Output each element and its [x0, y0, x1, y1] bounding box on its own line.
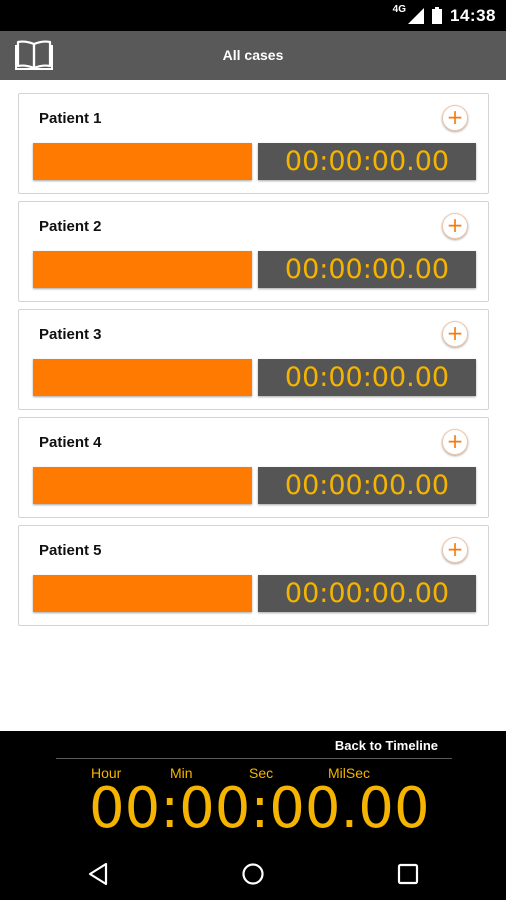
add-button[interactable]: +: [442, 213, 468, 239]
add-button[interactable]: +: [442, 429, 468, 455]
home-icon[interactable]: [240, 861, 266, 887]
patient-timer[interactable]: 00:00:00.00: [258, 359, 476, 396]
patient-progress-bar[interactable]: [33, 467, 252, 504]
signal-icon: [408, 7, 425, 24]
battery-icon: [432, 7, 443, 24]
patient-name: Patient 4: [39, 434, 102, 451]
network-type: 4G: [392, 4, 407, 15]
patient-timer[interactable]: 00:00:00.00: [258, 575, 476, 612]
back-to-timeline-button[interactable]: Back to Timeline: [335, 738, 438, 753]
patient-progress-bar[interactable]: [33, 251, 252, 288]
patient-name: Patient 3: [39, 326, 102, 343]
patient-card: Patient 1 + 00:00:00.00: [18, 93, 489, 194]
patient-name: Patient 1: [39, 110, 102, 127]
page-title: All cases: [222, 47, 284, 63]
recents-icon[interactable]: [395, 861, 421, 887]
patient-list: Patient 1 + 00:00:00.00 Patient 2 + 00:0…: [18, 93, 489, 633]
add-button[interactable]: +: [442, 321, 468, 347]
patient-timer[interactable]: 00:00:00.00: [258, 251, 476, 288]
patient-name: Patient 2: [39, 218, 102, 235]
add-button[interactable]: +: [442, 537, 468, 563]
patient-timer[interactable]: 00:00:00.00: [258, 467, 476, 504]
patient-timer[interactable]: 00:00:00.00: [258, 143, 476, 180]
patient-progress-bar[interactable]: [33, 143, 252, 180]
patient-card: Patient 5 + 00:00:00.00: [18, 525, 489, 626]
status-bar: 4G 14:38: [0, 0, 506, 31]
patient-name: Patient 5: [39, 542, 102, 559]
patient-progress-bar[interactable]: [33, 575, 252, 612]
patient-card: Patient 3 + 00:00:00.00: [18, 309, 489, 410]
divider: [56, 758, 452, 759]
back-icon[interactable]: [86, 861, 112, 887]
patient-progress-bar[interactable]: [33, 359, 252, 396]
status-time: 14:38: [450, 5, 496, 25]
navigation-bar: [0, 851, 506, 900]
app-bar: All cases: [0, 31, 506, 80]
add-button[interactable]: +: [442, 105, 468, 131]
patient-card: Patient 4 + 00:00:00.00: [18, 417, 489, 518]
patient-card: Patient 2 + 00:00:00.00: [18, 201, 489, 302]
timeline-panel: Back to Timeline Hour Min Sec MilSec 00:…: [0, 731, 506, 900]
main-timer: 00:00:00.00: [89, 776, 430, 841]
